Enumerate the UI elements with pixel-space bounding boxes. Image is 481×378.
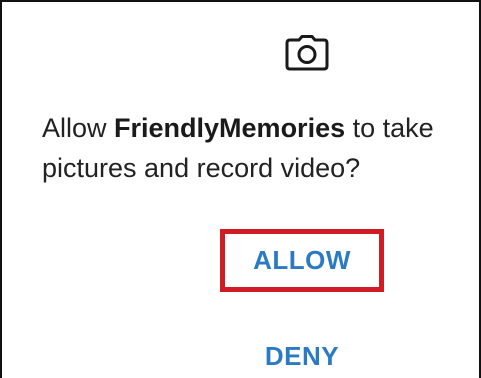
app-name: FriendlyMemories — [114, 113, 346, 143]
camera-icon — [285, 35, 329, 71]
message-prefix: Allow — [42, 113, 115, 143]
permission-message: Allow FriendlyMemories to take pictures … — [42, 108, 472, 188]
permission-dialog: Allow FriendlyMemories to take pictures … — [0, 0, 481, 378]
deny-button[interactable]: DENY — [232, 336, 372, 376]
allow-highlight-box: ALLOW — [220, 229, 384, 292]
allow-button[interactable]: ALLOW — [225, 234, 379, 287]
